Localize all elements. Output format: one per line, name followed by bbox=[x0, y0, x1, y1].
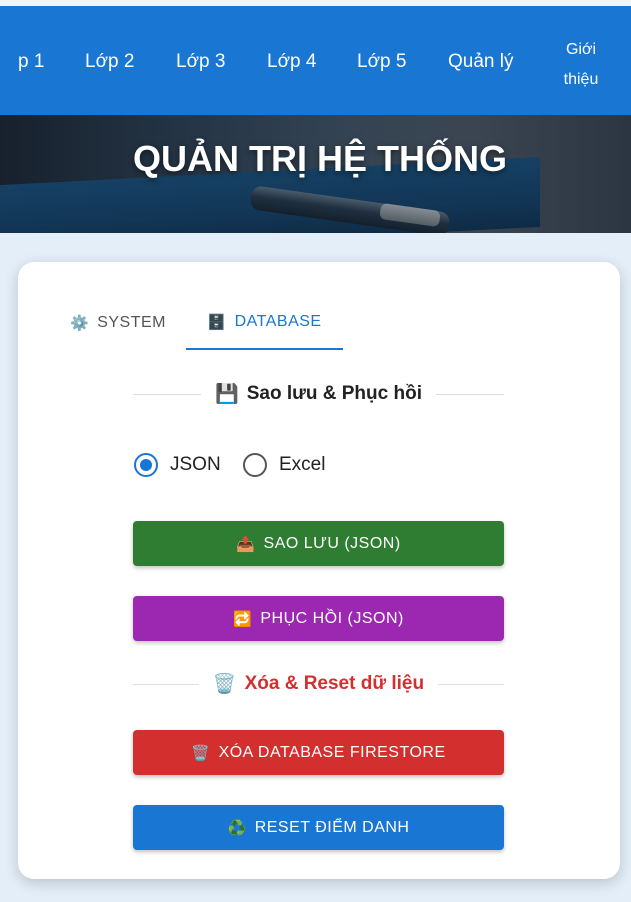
nav-item-lop-2[interactable]: Lớp 2 bbox=[85, 51, 134, 73]
radio-button-unchecked[interactable] bbox=[243, 453, 267, 477]
wastebasket-icon: 🗑️ bbox=[212, 674, 237, 695]
nav-item-label-line-1: Giới bbox=[565, 41, 597, 58]
floppy-disk-icon: 💾 bbox=[215, 384, 239, 405]
divider-left bbox=[133, 393, 202, 395]
nav-item-label: Lớp 4 bbox=[267, 51, 317, 72]
radio-json[interactable]: JSON bbox=[134, 452, 221, 478]
nav-item-gioi-thieu[interactable]: Giới thiệu bbox=[556, 35, 606, 95]
nav-item-label: p 1 bbox=[18, 51, 45, 72]
nav-item-label-line-2: thiệu bbox=[563, 71, 599, 88]
nav-item-label: Lớp 2 bbox=[85, 51, 135, 72]
nav-item-lop-1[interactable]: p 1 bbox=[18, 51, 44, 73]
restore-button[interactable]: 🔁 PHỤC HỒI (JSON) bbox=[133, 596, 504, 641]
admin-card bbox=[18, 262, 620, 879]
radio-label: Excel bbox=[279, 454, 326, 475]
nav-item-lop-5[interactable]: Lớp 5 bbox=[357, 51, 406, 73]
top-nav-bar: p 1 Lớp 2 Lớp 3 Lớp 4 Lớp 5 Quản lý Giới… bbox=[0, 0, 631, 115]
section-title: 🗑️ Xóa & Reset dữ liệu bbox=[199, 672, 438, 696]
recycle-icon: ♻️ bbox=[227, 819, 247, 837]
divider-left bbox=[133, 683, 199, 685]
button-label: SAO LƯU (JSON) bbox=[263, 534, 401, 552]
button-label: XÓA DATABASE FIRESTORE bbox=[218, 743, 446, 761]
section-title-text: Xóa & Reset dữ liệu bbox=[244, 673, 425, 694]
button-label: PHỤC HỒI (JSON) bbox=[260, 609, 404, 627]
divider-right bbox=[435, 393, 505, 395]
button-label: RESET ĐIỂM DANH bbox=[254, 818, 410, 836]
nav-item-lop-4[interactable]: Lớp 4 bbox=[267, 51, 316, 73]
section-title: 💾 Sao lưu & Phục hồi bbox=[201, 382, 436, 406]
wastebasket-icon: 🗑️ bbox=[191, 744, 211, 762]
radio-button-checked[interactable] bbox=[134, 453, 158, 477]
section-title-text: Sao lưu & Phục hồi bbox=[246, 383, 422, 404]
backup-section-header: 💾 Sao lưu & Phục hồi bbox=[133, 382, 505, 406]
tab-database[interactable]: 🗄️ DATABASE bbox=[186, 296, 343, 350]
divider-right bbox=[438, 683, 505, 685]
radio-label: JSON bbox=[170, 454, 221, 475]
radio-excel[interactable]: Excel bbox=[243, 452, 325, 478]
page-title: QUẢN TRỊ HỆ THỐNG bbox=[133, 138, 507, 179]
reset-section-header: 🗑️ Xóa & Reset dữ liệu bbox=[133, 672, 505, 696]
tab-label: DATABASE bbox=[234, 313, 322, 330]
tab-system[interactable]: ⚙️ SYSTEM bbox=[70, 296, 180, 350]
nav-item-label: Lớp 5 bbox=[357, 51, 407, 72]
nav-item-label: Quản lý bbox=[448, 51, 514, 72]
reset-attendance-button[interactable]: ♻️ RESET ĐIỂM DANH bbox=[133, 805, 504, 850]
nav-item-label: Lớp 3 bbox=[176, 51, 226, 72]
delete-database-button[interactable]: 🗑️ XÓA DATABASE FIRESTORE bbox=[133, 730, 504, 775]
nav-item-quan-ly[interactable]: Quản lý bbox=[448, 51, 513, 73]
backup-button[interactable]: 📤 SAO LƯU (JSON) bbox=[133, 521, 504, 566]
nav-item-lop-3[interactable]: Lớp 3 bbox=[176, 51, 225, 73]
repeat-arrows-icon: 🔁 bbox=[233, 610, 253, 628]
tab-label: SYSTEM bbox=[97, 314, 166, 331]
gear-icon: ⚙️ bbox=[70, 315, 90, 332]
outbox-tray-icon: 📤 bbox=[236, 535, 256, 553]
file-cabinet-icon: 🗄️ bbox=[207, 314, 227, 331]
